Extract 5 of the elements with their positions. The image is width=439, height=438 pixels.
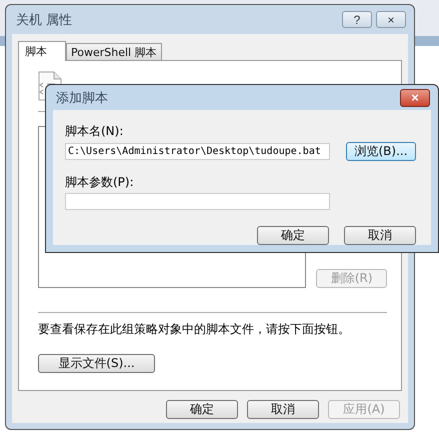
window-title: 关机 属性 xyxy=(16,12,72,28)
dialog-title: 添加脚本 xyxy=(56,90,108,106)
field-label: 脚本参数(P): xyxy=(65,175,135,189)
field-label: 脚本名(N): xyxy=(65,124,124,138)
hint-text: 要查看保存在此组策略对象中的脚本文件，请按下面按钮。 xyxy=(38,321,351,338)
